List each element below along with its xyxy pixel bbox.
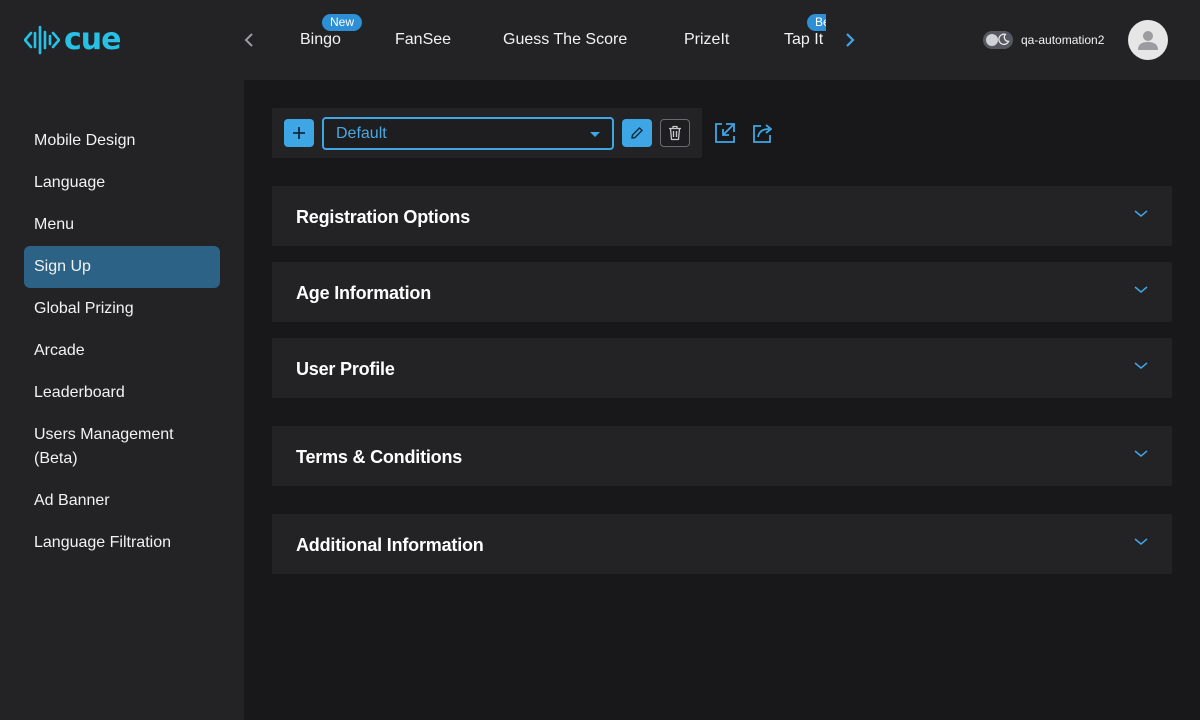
tab-label: Bingo bbox=[300, 31, 341, 48]
section-title: Terms & Conditions bbox=[296, 447, 463, 467]
chevron-down-icon bbox=[1134, 286, 1148, 293]
sound-wave-icon bbox=[24, 25, 60, 55]
config-toolbar: Default bbox=[272, 108, 702, 158]
tab-label: FanSee bbox=[395, 31, 452, 48]
trash-icon bbox=[669, 125, 681, 141]
tab-tap-it[interactable]: Tap It bbox=[784, 30, 823, 50]
edit-config-button[interactable] bbox=[622, 119, 652, 147]
chevron-down-icon bbox=[1134, 538, 1148, 545]
chevron-down-icon bbox=[1134, 362, 1148, 369]
beta-badge: Beta bbox=[807, 14, 826, 31]
sidebar-item-menu[interactable]: Menu bbox=[24, 213, 220, 237]
section-user-profile[interactable]: User Profile bbox=[272, 338, 1172, 398]
sidebar-item-label: Sign Up bbox=[34, 258, 91, 275]
sidebar-item-sign-up[interactable]: Sign Up bbox=[24, 246, 220, 288]
tabs-scroll-left-button[interactable] bbox=[239, 30, 259, 50]
section-title: Additional Information bbox=[296, 535, 484, 555]
sidebar: Mobile Design Language Menu Sign Up Glob… bbox=[0, 80, 244, 720]
sidebar-item-global-prizing[interactable]: Global Prizing bbox=[24, 297, 220, 321]
sidebar-item-language-filtration[interactable]: Language Filtration bbox=[24, 531, 220, 555]
add-config-button[interactable] bbox=[284, 119, 314, 147]
tab-label: PrizeIt bbox=[684, 31, 730, 48]
sidebar-item-language[interactable]: Language bbox=[24, 171, 220, 195]
theme-toggle[interactable] bbox=[983, 31, 1013, 49]
chevron-down-icon bbox=[1134, 210, 1148, 217]
new-badge: New bbox=[322, 14, 363, 31]
moon-icon bbox=[998, 33, 1010, 46]
delete-config-button[interactable] bbox=[660, 119, 690, 147]
caret-down-icon bbox=[590, 132, 600, 137]
tab-label: Guess The Score bbox=[503, 31, 628, 48]
share-config-button[interactable] bbox=[751, 121, 775, 145]
username-label: qa-automation2 bbox=[1021, 33, 1105, 47]
section-title: Age Information bbox=[296, 283, 431, 303]
section-age-information[interactable]: Age Information bbox=[272, 262, 1172, 322]
sidebar-item-ad-banner[interactable]: Ad Banner bbox=[24, 489, 220, 513]
logo-text: cue bbox=[64, 22, 121, 57]
section-title: User Profile bbox=[296, 359, 395, 379]
tab-fansee[interactable]: FanSee bbox=[395, 30, 451, 50]
config-select-value: Default bbox=[336, 125, 387, 142]
tab-bingo[interactable]: Bingo bbox=[300, 30, 341, 50]
user-icon bbox=[1138, 31, 1158, 50]
game-tabs: Bingo New FanSee Guess The Score PrizeIt… bbox=[278, 0, 826, 80]
sidebar-item-leaderboard[interactable]: Leaderboard bbox=[24, 381, 220, 405]
share-icon bbox=[753, 124, 772, 143]
plus-icon bbox=[293, 127, 305, 139]
section-additional-information[interactable]: Additional Information bbox=[272, 514, 1172, 574]
tab-label: Tap It bbox=[784, 31, 824, 48]
section-registration-options[interactable]: Registration Options bbox=[272, 186, 1172, 246]
import-icon bbox=[715, 123, 735, 143]
save-config-button[interactable] bbox=[713, 121, 737, 145]
sidebar-item-mobile-design[interactable]: Mobile Design bbox=[24, 129, 220, 153]
chevron-down-icon bbox=[1134, 450, 1148, 457]
top-header: cue Bingo New FanSee Guess The Score Pri… bbox=[0, 0, 1200, 80]
chevron-left-icon bbox=[244, 33, 253, 47]
config-select[interactable]: Default bbox=[322, 117, 614, 150]
tab-guess-the-score[interactable]: Guess The Score bbox=[503, 30, 627, 50]
pencil-icon bbox=[631, 127, 643, 139]
sidebar-item-users-management[interactable]: Users Management (Beta) bbox=[24, 423, 204, 471]
section-terms-conditions[interactable]: Terms & Conditions bbox=[272, 426, 1172, 486]
section-title: Registration Options bbox=[296, 207, 471, 227]
chevron-right-icon bbox=[846, 33, 855, 47]
avatar[interactable] bbox=[1128, 20, 1168, 60]
tabs-scroll-right-button[interactable] bbox=[840, 30, 860, 50]
sidebar-item-arcade[interactable]: Arcade bbox=[24, 339, 220, 363]
app-logo[interactable]: cue bbox=[24, 22, 121, 58]
tab-prizeit[interactable]: PrizeIt bbox=[684, 30, 729, 50]
